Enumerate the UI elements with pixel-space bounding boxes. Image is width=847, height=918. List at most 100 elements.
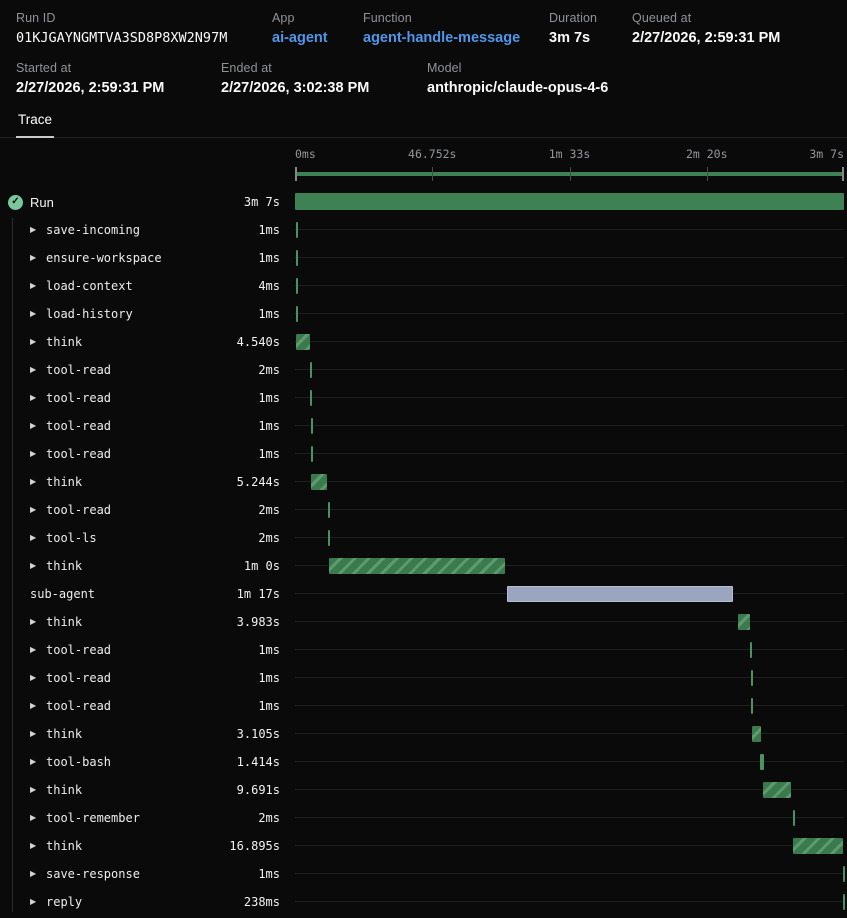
- trace-span-row[interactable]: ▶ tool-ls 2ms: [0, 524, 847, 552]
- span-bar[interactable]: [328, 530, 330, 546]
- span-name: think: [46, 615, 82, 629]
- span-bar[interactable]: [750, 642, 752, 658]
- function-link[interactable]: agent-handle-message: [363, 30, 549, 46]
- span-bar[interactable]: [843, 894, 845, 910]
- expand-chevron-icon[interactable]: ▶: [30, 506, 46, 514]
- span-bar[interactable]: [751, 698, 753, 714]
- expand-chevron-icon[interactable]: ▶: [30, 282, 46, 290]
- span-bar[interactable]: [311, 418, 313, 434]
- expand-chevron-icon[interactable]: ▶: [30, 226, 46, 234]
- span-bar[interactable]: [328, 502, 330, 518]
- trace-span-row[interactable]: sub-agent 1m 17s: [0, 580, 847, 608]
- span-name: tool-read: [46, 419, 111, 433]
- trace-span-row[interactable]: ▶ reply 238ms: [0, 888, 847, 916]
- trace-span-row[interactable]: ▶ load-context 4ms: [0, 272, 847, 300]
- expand-chevron-icon[interactable]: ▶: [30, 870, 46, 878]
- trace-span-row[interactable]: ▶ think 3.105s: [0, 720, 847, 748]
- trace-span-row[interactable]: ▶ think 4.540s: [0, 328, 847, 356]
- trace-span-row[interactable]: ▶ save-incoming 1ms: [0, 216, 847, 244]
- expand-chevron-icon[interactable]: ▶: [30, 310, 46, 318]
- trace-span-row[interactable]: ▶ tool-read 1ms: [0, 636, 847, 664]
- expand-chevron-icon[interactable]: ▶: [30, 730, 46, 738]
- trace-span-row[interactable]: ▶ tool-read 2ms: [0, 356, 847, 384]
- span-timeline-track: [295, 552, 844, 580]
- trace-span-row[interactable]: ▶ tool-read 1ms: [0, 384, 847, 412]
- timeline-minimap[interactable]: [295, 167, 844, 181]
- expand-chevron-icon[interactable]: ▶: [30, 646, 46, 654]
- trace-span-row[interactable]: ✓ Run 3m 7s: [0, 188, 847, 216]
- trace-span-row[interactable]: ▶ think 16.895s: [0, 832, 847, 860]
- span-duration: 1ms: [258, 867, 280, 881]
- timeline-minimap-row: [0, 164, 847, 181]
- expand-chevron-icon[interactable]: ▶: [30, 674, 46, 682]
- span-bar[interactable]: [843, 866, 845, 882]
- span-bar[interactable]: [760, 754, 764, 770]
- trace-span-row[interactable]: ▶ tool-read 1ms: [0, 412, 847, 440]
- trace-span-row[interactable]: ▶ ensure-workspace 1ms: [0, 244, 847, 272]
- span-bar[interactable]: [329, 558, 505, 574]
- ended-at-value: 2/27/2026, 3:02:38 PM: [221, 80, 427, 96]
- span-bar[interactable]: [296, 334, 309, 350]
- app-label: App: [272, 11, 363, 25]
- span-duration: 1ms: [258, 251, 280, 265]
- span-bar[interactable]: [311, 474, 326, 490]
- expand-chevron-icon[interactable]: ▶: [30, 898, 46, 906]
- expand-chevron-icon[interactable]: ▶: [30, 534, 46, 542]
- span-label-cell: ✓ Run 3m 7s: [0, 195, 295, 210]
- expand-chevron-icon[interactable]: ▶: [30, 562, 46, 570]
- span-bar[interactable]: [310, 390, 312, 406]
- trace-span-row[interactable]: ▶ think 1m 0s: [0, 552, 847, 580]
- expand-chevron-icon[interactable]: ▶: [30, 422, 46, 430]
- span-duration: 1m 17s: [237, 587, 280, 601]
- span-duration: 9.691s: [237, 783, 280, 797]
- span-bar[interactable]: [311, 446, 313, 462]
- expand-chevron-icon[interactable]: ▶: [30, 702, 46, 710]
- expand-chevron-icon[interactable]: ▶: [30, 814, 46, 822]
- expand-chevron-icon[interactable]: ▶: [30, 338, 46, 346]
- trace-span-row[interactable]: ▶ tool-read 1ms: [0, 692, 847, 720]
- span-bar[interactable]: [763, 782, 791, 798]
- expand-chevron-icon[interactable]: ▶: [30, 842, 46, 850]
- span-bar[interactable]: [793, 810, 795, 826]
- trace-span-row[interactable]: ▶ tool-read 1ms: [0, 664, 847, 692]
- span-bar[interactable]: [296, 250, 298, 266]
- expand-chevron-icon[interactable]: ▶: [30, 254, 46, 262]
- trace-span-row[interactable]: ▶ tool-read 1ms: [0, 440, 847, 468]
- expand-chevron-icon[interactable]: ▶: [30, 786, 46, 794]
- app-link[interactable]: ai-agent: [272, 30, 363, 46]
- trace-span-row[interactable]: ▶ tool-remember 2ms: [0, 804, 847, 832]
- span-duration: 4.540s: [237, 335, 280, 349]
- trace-span-row[interactable]: ▶ think 9.691s: [0, 776, 847, 804]
- span-name: reply: [46, 895, 82, 909]
- span-bar[interactable]: [296, 306, 298, 322]
- expand-chevron-icon[interactable]: ▶: [30, 758, 46, 766]
- span-name: think: [46, 475, 82, 489]
- trace-span-row[interactable]: ▶ load-history 1ms: [0, 300, 847, 328]
- span-bar[interactable]: [793, 838, 843, 854]
- span-bar[interactable]: [751, 670, 753, 686]
- expand-chevron-icon[interactable]: ▶: [30, 478, 46, 486]
- span-label-cell: ▶ think 4.540s: [0, 335, 295, 349]
- span-bar[interactable]: [752, 726, 761, 742]
- span-bar[interactable]: [507, 586, 733, 602]
- expand-chevron-icon[interactable]: ▶: [30, 366, 46, 374]
- tab-trace[interactable]: Trace: [16, 112, 54, 138]
- trace-span-row[interactable]: ▶ think 3.983s: [0, 608, 847, 636]
- trace-span-row[interactable]: ▶ tool-read 2ms: [0, 496, 847, 524]
- span-label-cell: ▶ tool-read 1ms: [0, 447, 295, 461]
- span-bar[interactable]: [296, 278, 298, 294]
- span-timeline-track: [295, 496, 844, 524]
- trace-span-row[interactable]: ▶ tool-bash 1.414s: [0, 748, 847, 776]
- span-name: tool-read: [46, 503, 111, 517]
- expand-chevron-icon[interactable]: ▶: [30, 450, 46, 458]
- trace-span-row[interactable]: ▶ think 5.244s: [0, 468, 847, 496]
- expand-chevron-icon[interactable]: ▶: [30, 394, 46, 402]
- run-id-label: Run ID: [16, 11, 272, 25]
- span-bar[interactable]: [295, 193, 844, 210]
- span-bar[interactable]: [310, 362, 312, 378]
- trace-span-row[interactable]: ▶ save-response 1ms: [0, 860, 847, 888]
- span-duration: 16.895s: [229, 839, 280, 853]
- expand-chevron-icon[interactable]: ▶: [30, 618, 46, 626]
- span-bar[interactable]: [296, 222, 298, 238]
- span-bar[interactable]: [738, 614, 750, 630]
